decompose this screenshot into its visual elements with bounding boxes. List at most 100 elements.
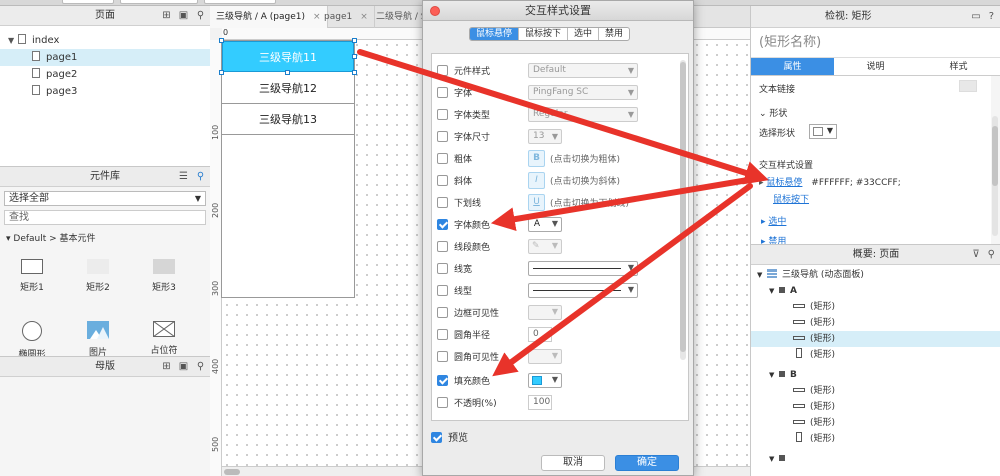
preview-option[interactable]: 预览 <box>431 429 468 444</box>
scrollbar-thumb[interactable] <box>224 469 240 475</box>
line-width-checkbox[interactable] <box>437 263 448 274</box>
outline-rect-item[interactable]: (矩形) <box>751 383 1000 399</box>
outline-state-c[interactable]: ▼ <box>751 451 1000 467</box>
bold-checkbox[interactable] <box>437 153 448 164</box>
bold-toggle-button[interactable]: B <box>528 150 545 167</box>
corner-visible-select[interactable]: ▼ <box>528 349 562 364</box>
corner-radius-input[interactable]: 0 <box>528 327 552 342</box>
corner-visible-checkbox[interactable] <box>437 351 448 362</box>
border-visible-select[interactable]: ▼ <box>528 305 562 320</box>
line-type-select[interactable]: ▼ <box>528 283 638 298</box>
selected-style-link[interactable]: ▸ 选中 <box>761 214 786 227</box>
add-page-icon[interactable]: ⊞ <box>161 6 172 26</box>
collapse-triangle-icon[interactable]: ▼ <box>769 451 779 467</box>
font-size-checkbox[interactable] <box>437 131 448 142</box>
dialog-scrollbar[interactable] <box>680 60 686 360</box>
toolbar-weight-field[interactable] <box>204 0 276 4</box>
style-select[interactable]: Default ▼ <box>528 63 638 78</box>
scrollbar-thumb[interactable] <box>680 62 686 352</box>
widget-image[interactable]: 图片 <box>68 321 128 358</box>
segment-selected[interactable]: 选中 <box>568 28 600 40</box>
tab-style[interactable]: 样式 <box>917 58 1000 75</box>
search-icon[interactable]: ⚲ <box>988 245 995 265</box>
panel-toggle-icon[interactable]: ▭ <box>971 6 980 28</box>
outline-rect-item[interactable]: (矩形) <box>751 431 1000 447</box>
text-link-button[interactable] <box>959 80 977 92</box>
resize-handle[interactable] <box>352 70 357 75</box>
line-color-picker[interactable]: ✎ ▼ <box>528 239 562 254</box>
widget-rect1[interactable]: 矩形1 <box>2 259 62 293</box>
outline-rect-item[interactable]: (矩形) <box>751 415 1000 431</box>
close-window-icon[interactable] <box>430 6 440 16</box>
tab-notes[interactable]: 说明 <box>834 58 917 75</box>
resize-handle[interactable] <box>219 70 224 75</box>
font-color-checkbox[interactable] <box>437 219 448 230</box>
tab-dynamic-panel-a[interactable]: 三级导航 / A (page1) × <box>210 6 328 28</box>
library-select[interactable]: 选择全部 ▼ <box>4 191 206 206</box>
segment-hover[interactable]: 鼠标悬停 <box>470 28 520 40</box>
search-icon[interactable]: ⚲ <box>195 357 206 377</box>
preview-checkbox[interactable] <box>431 432 442 443</box>
outline-rect-item[interactable]: (矩形) <box>751 399 1000 415</box>
add-folder-icon[interactable]: ▣ <box>178 357 189 377</box>
outline-rect-item[interactable]: (矩形) <box>751 347 1000 363</box>
menu-icon[interactable]: ☰ <box>178 167 189 187</box>
library-category[interactable]: ▾ Default > 基本元件 <box>0 231 210 244</box>
hover-style-link[interactable]: 鼠标悬停 <box>766 178 802 188</box>
fill-color-checkbox[interactable] <box>437 375 448 386</box>
select-shape-dropdown[interactable]: ▼ <box>809 124 837 139</box>
collapse-triangle-icon[interactable]: ▼ <box>769 367 779 383</box>
page-item-index[interactable]: ▼ index <box>0 32 210 49</box>
segment-mousedown[interactable]: 鼠标按下 <box>519 28 569 40</box>
collapse-triangle-icon[interactable]: ▼ <box>757 267 767 283</box>
page-item-page2[interactable]: page2 <box>0 66 210 83</box>
toolbar-field[interactable] <box>62 0 114 4</box>
outline-rect-item[interactable]: (矩形) <box>751 315 1000 331</box>
font-select[interactable]: PingFang SC ▼ <box>528 85 638 100</box>
font-checkbox[interactable] <box>437 87 448 98</box>
resize-handle[interactable] <box>219 38 224 43</box>
font-size-select[interactable]: 13 ▼ <box>528 129 562 144</box>
italic-toggle-button[interactable]: I <box>528 172 545 189</box>
outline-rect-item-selected[interactable]: (矩形) <box>751 331 1000 347</box>
mousedown-style-link[interactable]: 鼠标按下 <box>773 192 809 205</box>
font-type-select[interactable]: Regular ▼ <box>528 107 638 122</box>
search-icon[interactable]: ⚲ <box>195 6 206 26</box>
resize-handle[interactable] <box>285 70 290 75</box>
scrollbar-thumb[interactable] <box>992 126 998 186</box>
widget-rect3[interactable]: 矩形3 <box>134 259 194 293</box>
add-folder-icon[interactable]: ▣ <box>178 6 189 26</box>
nav-item-12[interactable]: 三级导航12 <box>222 73 354 104</box>
ok-button[interactable]: 确定 <box>615 455 679 471</box>
page-item-page1[interactable]: page1 <box>0 49 210 66</box>
underline-toggle-button[interactable]: U <box>528 194 545 211</box>
opacity-checkbox[interactable] <box>437 397 448 408</box>
outline-dynamic-panel[interactable]: ▼ 三级导航 (动态面板) <box>751 267 1000 283</box>
tab-properties[interactable]: 属性 <box>751 58 834 75</box>
line-type-checkbox[interactable] <box>437 285 448 296</box>
collapse-triangle-icon[interactable]: ▼ <box>769 283 779 299</box>
resize-handle[interactable] <box>352 54 357 59</box>
tab-page1[interactable]: page1 × <box>318 6 375 28</box>
border-visible-checkbox[interactable] <box>437 307 448 318</box>
close-icon[interactable]: × <box>360 12 368 22</box>
segment-disabled[interactable]: 禁用 <box>599 28 629 40</box>
opacity-input[interactable]: 100 <box>528 395 552 410</box>
filter-icon[interactable]: ⊽ <box>972 245 979 265</box>
line-width-select[interactable]: ▼ <box>528 261 638 276</box>
toolbar-font-field[interactable] <box>120 0 198 4</box>
library-search-input[interactable]: 查找 <box>4 210 206 225</box>
underline-checkbox[interactable] <box>437 197 448 208</box>
resize-handle[interactable] <box>352 38 357 43</box>
style-checkbox[interactable] <box>437 65 448 76</box>
inspector-scrollbar[interactable] <box>992 116 998 236</box>
shape-name-input[interactable]: (矩形名称) <box>751 28 1000 58</box>
widget-rect2[interactable]: 矩形2 <box>68 259 128 293</box>
line-color-checkbox[interactable] <box>437 241 448 252</box>
outline-state-b[interactable]: ▼ B <box>751 367 1000 383</box>
shape-section-header[interactable]: ⌄ 形状 <box>759 106 787 119</box>
corner-radius-checkbox[interactable] <box>437 329 448 340</box>
help-icon[interactable]: ? <box>989 6 994 28</box>
page-item-page3[interactable]: page3 <box>0 83 210 100</box>
nav-item-13[interactable]: 三级导航13 <box>222 104 354 135</box>
